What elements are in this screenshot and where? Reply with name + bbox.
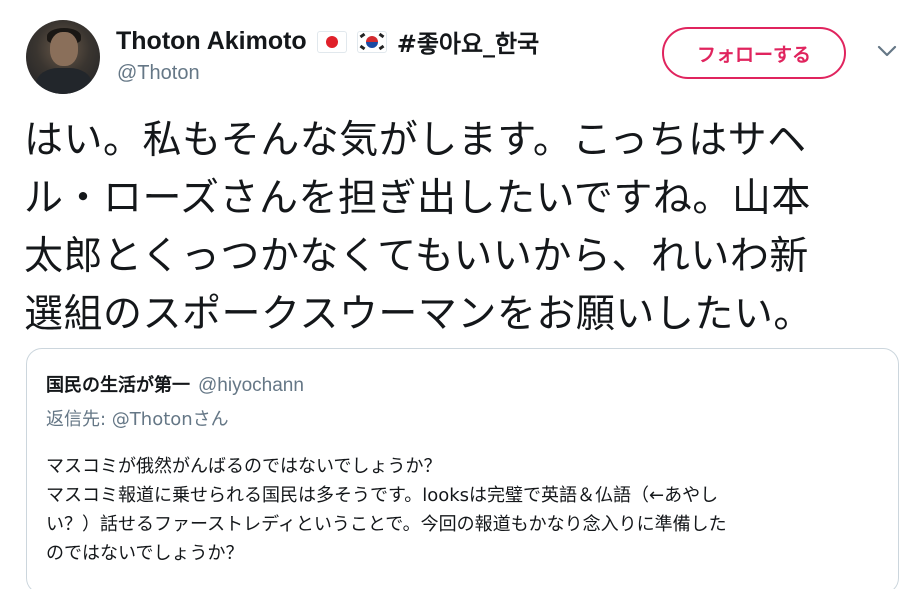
japan-flag-icon xyxy=(316,30,347,53)
avatar[interactable] xyxy=(26,20,100,94)
tweet-text-line: はい。私もそんな気がします。こっちはサヘ xyxy=(24,118,807,163)
quoted-reply-to: 返信先: @Thotonさん xyxy=(46,409,229,430)
quoted-body-line: マスコミ報道に乗せられる国民は多そうです。looksは完璧で英語＆仏語（←あやし xyxy=(46,485,719,506)
quoted-body-line: のではないでしょうか？ xyxy=(46,543,244,564)
chevron-down-icon[interactable] xyxy=(876,44,898,58)
author-handle[interactable]: @Thoton xyxy=(117,62,200,85)
quoted-tweet-header: 国民の生活が第一 @hiyochann xyxy=(46,371,304,397)
quoted-author-handle: @hiyochann xyxy=(198,375,304,396)
quoted-tweet-body: マスコミが俄然がんばるのではないでしょうか？ マスコミ報道に乗せられる国民は多そ… xyxy=(46,452,886,568)
quoted-body-line: い？）話せるファーストレディということで。今回の報道もかなり念入りに準備した xyxy=(46,514,727,535)
quoted-tweet-card[interactable]: 国民の生活が第一 @hiyochann 返信先: @Thotonさん マスコミが… xyxy=(26,348,899,589)
tweet-text-line: 選組のスポークスウーマンをお願いしたい。 xyxy=(24,292,813,337)
tweet-text: はい。私もそんな気がします。こっちはサヘ ル・ローズさんを担ぎ出したいですね。山… xyxy=(24,112,900,344)
author-hashtag: #좋아요_한국 xyxy=(396,30,540,58)
quoted-body-line: マスコミが俄然がんばるのではないでしょうか？ xyxy=(46,456,442,477)
tweet-text-line: ル・ローズさんを担ぎ出したいですね。山本 xyxy=(24,176,811,221)
tweet-text-line: 太郎とくっつかなくてもいいから、れいわ新 xyxy=(24,234,809,279)
quoted-author-name: 国民の生活が第一 xyxy=(46,375,190,396)
follow-button[interactable]: フォローする xyxy=(662,27,846,79)
author-name-row: Thoton Akimoto #좋아요_한국 xyxy=(116,24,539,59)
author-display-name[interactable]: Thoton Akimoto xyxy=(116,27,307,56)
south-korea-flag-icon xyxy=(356,30,387,53)
